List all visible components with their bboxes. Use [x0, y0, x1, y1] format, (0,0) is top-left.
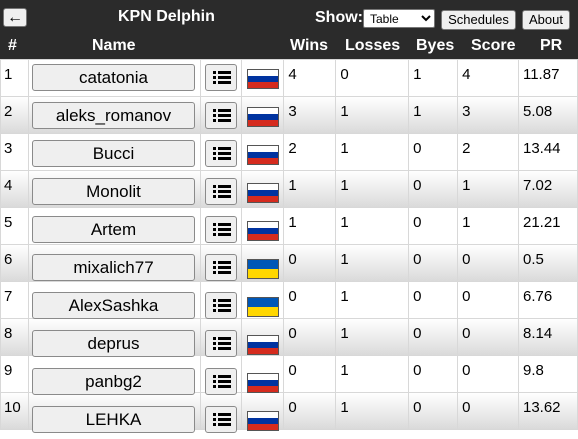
player-menu-button[interactable] [205, 178, 237, 205]
list-icon [213, 337, 231, 350]
player-name-button[interactable]: mixalich77 [32, 254, 195, 281]
about-button[interactable]: About [522, 10, 570, 30]
list-icon [213, 185, 231, 198]
row-controls: Bucci [0, 135, 578, 173]
column-pr: PR [540, 37, 563, 54]
russia-flag-icon [247, 145, 279, 165]
russia-flag-icon [247, 373, 279, 393]
player-name-button[interactable]: Artem [32, 216, 195, 243]
russia-flag-icon [247, 411, 279, 431]
column-score: Score [471, 37, 516, 54]
row-controls: LEHKA [0, 401, 578, 439]
player-name-button[interactable]: aleks_romanov [32, 102, 195, 129]
player-menu-button[interactable] [205, 64, 237, 91]
russia-flag-icon [247, 69, 279, 89]
show-select[interactable]: Table [363, 9, 435, 28]
player-name-button[interactable]: Monolit [32, 178, 195, 205]
player-name-button[interactable]: deprus [32, 330, 195, 357]
player-name-button[interactable]: catatonia [32, 64, 195, 91]
list-icon [213, 71, 231, 84]
row-controls: mixalich77 [0, 249, 578, 287]
row-controls: Artem [0, 211, 578, 249]
russia-flag-icon [247, 183, 279, 203]
column-byes: Byes [416, 37, 455, 54]
player-menu-button[interactable] [205, 102, 237, 129]
list-icon [213, 147, 231, 160]
player-name-button[interactable]: AlexSashka [32, 292, 195, 319]
player-name-button[interactable]: LEHKA [32, 406, 195, 433]
column-name: Name [92, 37, 136, 54]
russia-flag-icon [247, 107, 279, 127]
row-controls: deprus [0, 325, 578, 363]
player-menu-button[interactable] [205, 216, 237, 243]
row-controls: aleks_romanov [0, 97, 578, 135]
list-icon [213, 413, 231, 426]
list-icon [213, 375, 231, 388]
player-name-button[interactable]: Bucci [32, 140, 195, 167]
column-rank: # [8, 37, 17, 54]
column-wins: Wins [290, 37, 329, 54]
column-losses: Losses [345, 37, 401, 54]
table-header: # Name Wins Losses Byes Score PR [0, 36, 578, 59]
row-controls: AlexSashka [0, 287, 578, 325]
top-bar: ← KPN Delphin Show: Table Schedules Abou… [0, 0, 578, 36]
player-menu-button[interactable] [205, 368, 237, 395]
schedules-button[interactable]: Schedules [441, 10, 516, 30]
row-controls: catatonia [0, 59, 578, 97]
russia-flag-icon [247, 221, 279, 241]
list-icon [213, 261, 231, 274]
player-name-button[interactable]: panbg2 [32, 368, 195, 395]
list-icon [213, 109, 231, 122]
row-controls: Monolit [0, 173, 578, 211]
russia-flag-icon [247, 335, 279, 355]
player-menu-button[interactable] [205, 406, 237, 433]
back-button[interactable]: ← [3, 8, 27, 27]
player-menu-button[interactable] [205, 292, 237, 319]
row-controls: panbg2 [0, 363, 578, 401]
arrow-left-icon: ← [7, 8, 23, 26]
list-icon [213, 299, 231, 312]
list-icon [213, 223, 231, 236]
page-title: KPN Delphin [118, 8, 215, 25]
show-label: Show: [315, 9, 363, 26]
player-menu-button[interactable] [205, 140, 237, 167]
ukraine-flag-icon [247, 259, 279, 279]
ukraine-flag-icon [247, 297, 279, 317]
player-menu-button[interactable] [205, 254, 237, 281]
player-menu-button[interactable] [205, 330, 237, 357]
